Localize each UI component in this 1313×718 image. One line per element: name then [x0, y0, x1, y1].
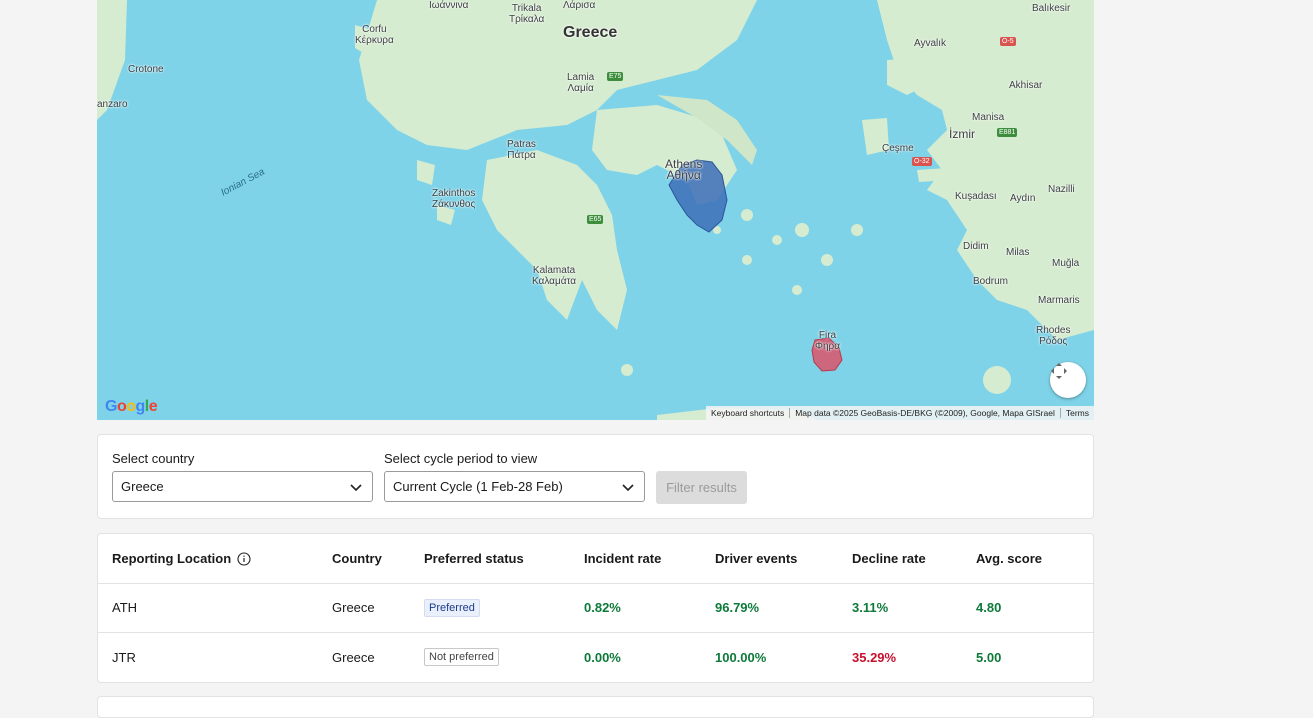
- map-view[interactable]: Greece Ιωάννινα Trikala Τρίκαλα Λάρισα C…: [97, 0, 1094, 420]
- map-label-trikala: Trikala Τρίκαλα: [509, 3, 545, 25]
- map-label-zakinthos: Zakinthos Ζάκυνθος: [432, 188, 476, 210]
- cell-incident-rate: 0.00%: [584, 649, 621, 665]
- road-o32: O-32: [912, 157, 932, 166]
- map-label-akhisar: Akhisar: [1009, 80, 1043, 91]
- map-label-crotone: Crotone: [128, 64, 164, 75]
- country-select[interactable]: Greece: [112, 471, 373, 502]
- header-reporting-location: Reporting Location: [112, 534, 251, 583]
- map-label-ayvalik: Ayvalık: [914, 38, 947, 49]
- cell-decline-rate: 3.11%: [852, 600, 889, 615]
- cycle-select-value: Current Cycle (1 Feb-28 Feb): [393, 479, 563, 494]
- locations-table: Reporting Location Country Preferred sta…: [97, 533, 1094, 683]
- road-e65: E65: [587, 215, 604, 224]
- map-label-kalamata: Kalamata Καλαμάτα: [532, 265, 577, 287]
- map-label-manisa: Manisa: [972, 112, 1005, 123]
- map-label-anzaro: anzaro: [97, 99, 128, 110]
- table-row[interactable]: ATH Greece Preferred 0.82% 96.79% 3.11% …: [98, 583, 1093, 633]
- header-decline-rate: Decline rate: [852, 551, 926, 566]
- map-label-rhodes: Rhodes Ρόδος: [1036, 325, 1071, 347]
- cell-location: JTR: [112, 649, 136, 665]
- cell-driver-events: 100.00%: [715, 649, 767, 665]
- fullscreen-icon: [1051, 363, 1067, 379]
- cell-avg-score: 5.00: [976, 649, 1002, 665]
- cell-country: Greece: [332, 649, 375, 665]
- filter-results-button[interactable]: Filter results: [656, 471, 747, 504]
- cell-decline-rate: 35.29%: [852, 649, 897, 665]
- map-label-corfu: Corfu Κέρκυρα: [355, 24, 394, 46]
- chevron-down-icon: [350, 484, 362, 492]
- chevron-down-icon: [622, 484, 634, 492]
- country-select-value: Greece: [121, 479, 164, 494]
- map-data-text: Map data ©2025 GeoBasis-DE/BKG (©2009), …: [790, 408, 1061, 418]
- map-label-aydin: Aydın: [1010, 193, 1036, 204]
- cell-location: ATH: [112, 600, 138, 615]
- keyboard-shortcuts-link[interactable]: Keyboard shortcuts: [706, 408, 791, 418]
- map-label-larisa: Λάρισα: [563, 0, 596, 11]
- map-label-milas: Milas: [1006, 247, 1030, 258]
- not-preferred-badge: Not preferred: [424, 648, 499, 666]
- table-header-row: Reporting Location Country Preferred sta…: [98, 534, 1093, 584]
- map-label-greece: Greece: [563, 24, 618, 41]
- map-label-patras: Patras Πάτρα: [507, 139, 536, 161]
- cell-avg-score: 4.80: [976, 600, 1002, 615]
- country-select-label: Select country: [112, 451, 195, 466]
- map-label-marmaris: Marmaris: [1038, 295, 1080, 306]
- filter-panel: Select country Greece Select cycle perio…: [97, 434, 1094, 519]
- header-location-label: Reporting Location: [112, 551, 232, 566]
- header-preferred-status: Preferred status: [424, 551, 524, 566]
- map-label-izmir: İzmir: [949, 127, 975, 141]
- header-incident-rate: Incident rate: [584, 551, 662, 566]
- map-label-lamia: Lamia Λαμία: [567, 72, 595, 94]
- fullscreen-button[interactable]: [1050, 362, 1086, 398]
- google-logo: Google: [105, 398, 158, 415]
- map-label-kusadasi: Kuşadası: [955, 191, 997, 202]
- cell-driver-events: 96.79%: [715, 600, 760, 615]
- road-e75: E75: [607, 72, 624, 81]
- cycle-select[interactable]: Current Cycle (1 Feb-28 Feb): [384, 471, 645, 502]
- map-label-nazilli: Nazilli: [1048, 184, 1075, 195]
- map-label-mugla: Muğla: [1052, 258, 1080, 269]
- next-section-card: [97, 696, 1094, 718]
- map-attribution: Keyboard shortcuts Map data ©2025 GeoBas…: [705, 406, 1094, 420]
- header-driver-events: Driver events: [715, 551, 798, 566]
- map-label-athens: Athens Αθήνα: [665, 157, 703, 182]
- map-label-fira: Fira Φηρα: [815, 330, 841, 352]
- cycle-select-label: Select cycle period to view: [384, 451, 538, 466]
- map-label-ioannina: Ιωάννινα: [429, 0, 469, 11]
- preferred-badge: Preferred: [424, 598, 480, 617]
- road-o5: O-5: [1000, 37, 1016, 46]
- table-row[interactable]: JTR Greece Not preferred 0.00% 100.00% 3…: [98, 633, 1093, 681]
- road-e881: E881: [997, 128, 1018, 137]
- header-avg-score: Avg. score: [976, 551, 1042, 566]
- map-label-balikesir: Balıkesir: [1032, 3, 1071, 14]
- cell-incident-rate: 0.82%: [584, 600, 621, 615]
- map-terrain: [97, 0, 1094, 420]
- map-label-bodrum: Bodrum: [973, 276, 1009, 287]
- header-country: Country: [332, 551, 382, 566]
- cell-country: Greece: [332, 600, 375, 615]
- map-label-cesme: Çeşme: [882, 143, 914, 154]
- map-label-didim: Didim: [963, 241, 989, 252]
- terms-link[interactable]: Terms: [1061, 408, 1094, 418]
- info-icon[interactable]: [237, 551, 251, 566]
